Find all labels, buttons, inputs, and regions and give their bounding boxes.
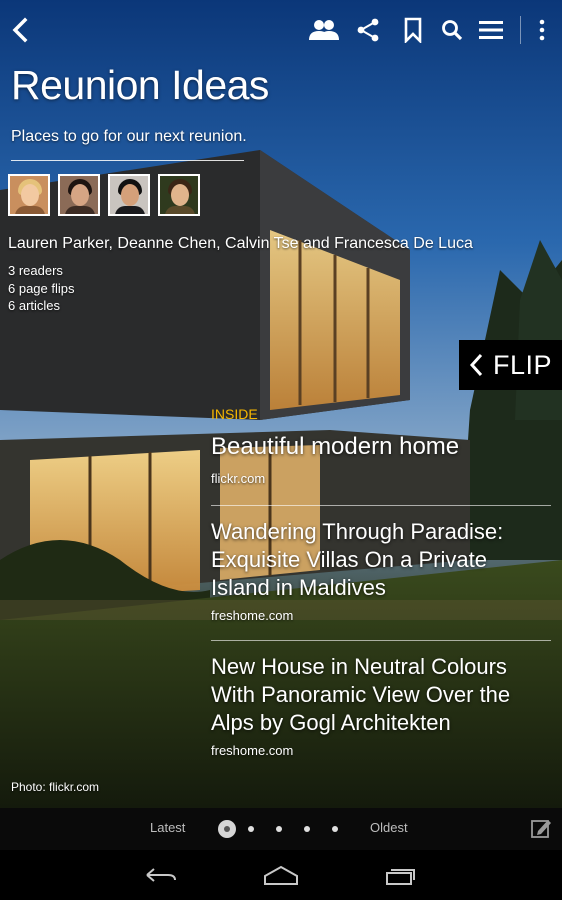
article-source: freshome.com <box>211 608 294 623</box>
oldest-label[interactable]: Oldest <box>370 820 408 835</box>
article-item[interactable]: New House in Neutral Colours With Panora… <box>211 653 551 758</box>
bookmark-icon <box>404 17 422 43</box>
latest-label[interactable]: Latest <box>150 820 185 835</box>
article-source: flickr.com <box>211 471 266 486</box>
recents-nav-icon <box>386 869 415 885</box>
toolbar-divider <box>520 16 521 44</box>
chevron-left-icon <box>12 17 28 43</box>
share-button[interactable] <box>352 14 384 46</box>
readers-count: 3 readers <box>8 263 63 278</box>
article-title: New House in Neutral Colours With Panora… <box>211 654 511 735</box>
magazine-stats: 3 readers 6 page flips 6 articles <box>8 262 75 315</box>
chevron-left-icon <box>469 353 483 377</box>
compose-button[interactable] <box>530 817 552 844</box>
article-divider <box>211 640 551 641</box>
page-pager: Latest Oldest <box>0 808 562 850</box>
magazine-cover-screen: Reunion Ideas Places to go for our next … <box>0 0 562 900</box>
article-divider <box>211 505 551 506</box>
nav-recents-button[interactable] <box>377 860 425 890</box>
nav-home-button[interactable] <box>257 860 305 890</box>
overflow-icon <box>539 19 545 41</box>
flip-button[interactable]: FLIP <box>459 340 562 390</box>
contributors-icon <box>309 20 339 40</box>
avatar[interactable] <box>158 174 200 216</box>
header-divider <box>11 160 244 161</box>
avatar[interactable] <box>58 174 100 216</box>
magazine-subtitle: Places to go for our next reunion. <box>11 128 247 145</box>
pager-dot-current[interactable] <box>218 820 236 838</box>
avatar[interactable] <box>108 174 150 216</box>
pager-dot[interactable] <box>332 826 338 832</box>
article-title: Beautiful modern home <box>211 433 460 460</box>
menu-icon <box>479 21 503 39</box>
article-source: freshome.com <box>211 743 294 758</box>
search-button[interactable] <box>436 14 468 46</box>
articles-count: 6 articles <box>8 298 61 313</box>
page-flips-count: 6 page flips <box>8 280 75 296</box>
pager-dot[interactable] <box>276 826 282 832</box>
top-toolbar <box>0 0 562 60</box>
avatar[interactable] <box>8 174 50 216</box>
home-nav-icon <box>264 865 298 885</box>
article-title: Wandering Through Paradise: Exquisite Vi… <box>211 519 504 600</box>
photo-credit: Photo: flickr.com <box>11 780 100 794</box>
system-nav-bar <box>0 850 562 900</box>
contributor-names[interactable]: Lauren Parker, Deanne Chen, Calvin Tse a… <box>8 235 473 253</box>
overflow-button[interactable] <box>526 14 558 46</box>
flip-label: FLIP <box>493 349 553 380</box>
pager-dot[interactable] <box>304 826 310 832</box>
back-button[interactable] <box>4 14 36 46</box>
nav-back-button[interactable] <box>137 860 185 890</box>
inside-label: INSIDE <box>211 406 258 422</box>
back-nav-icon <box>146 868 176 882</box>
magazine-title: Reunion Ideas <box>11 62 269 108</box>
menu-button[interactable] <box>475 14 507 46</box>
share-icon <box>357 18 379 42</box>
pager-dot[interactable] <box>248 826 254 832</box>
contributors-button[interactable] <box>308 14 340 46</box>
contributor-avatars <box>8 174 200 216</box>
article-item[interactable]: Wandering Through Paradise: Exquisite Vi… <box>211 518 551 623</box>
article-item[interactable]: Beautiful modern home flickr.com <box>211 433 551 486</box>
compose-icon <box>531 820 551 838</box>
bookmark-button[interactable] <box>397 14 429 46</box>
search-icon <box>442 20 463 41</box>
